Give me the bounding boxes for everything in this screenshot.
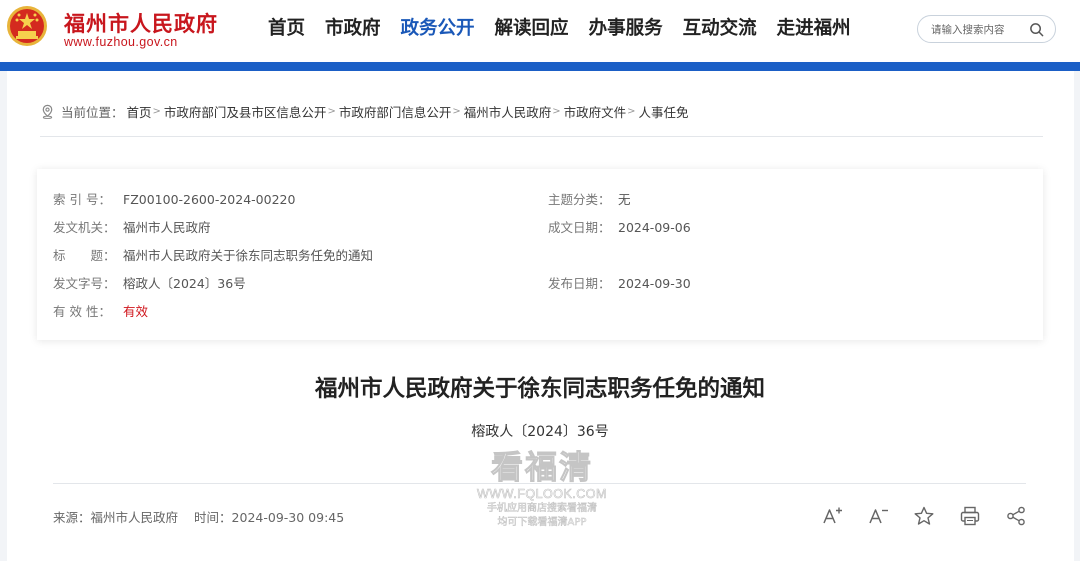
nav-item-interaction[interactable]: 互动交流: [683, 14, 757, 44]
breadcrumb-separator: >: [552, 105, 561, 117]
info-index: 索 引 号： FZ00100-2600-2024-00220: [53, 191, 295, 209]
document-number: 榕政人〔2024〕36号: [471, 424, 609, 440]
info-value: FZ00100-2600-2024-00220: [123, 192, 296, 207]
site-name[interactable]: 福州市人民政府: [64, 8, 218, 38]
breadcrumb-item-city-government[interactable]: 福州市人民政府: [464, 102, 552, 121]
nav-item-home[interactable]: 首页: [268, 14, 305, 44]
info-topic: 主题分类： 无: [548, 191, 631, 209]
info-label: 主题分类：: [548, 192, 611, 207]
breadcrumb-separator: >: [627, 105, 636, 117]
font-increase-icon[interactable]: [821, 505, 843, 527]
nav-item-government[interactable]: 市政府: [325, 14, 381, 44]
breadcrumb-separator: >: [152, 105, 161, 117]
main-nav: 首页 市政府 政务公开 解读回应 办事服务 互动交流 走进福州: [258, 14, 861, 44]
nav-item-interpretation[interactable]: 解读回应: [495, 14, 569, 44]
info-value: 无: [618, 192, 631, 207]
info-value: 福州市人民政府关于徐东同志职务任免的通知: [123, 248, 374, 263]
validity-badge: 有效: [123, 304, 149, 319]
info-label: 成文日期：: [548, 220, 611, 235]
info-issuer: 发文机关： 福州市人民政府: [53, 219, 211, 237]
document-title: 福州市人民政府关于徐东同志职务任免的通知: [314, 376, 765, 402]
breadcrumb: 当前位置： 首页 > 市政府部门及县市区信息公开 > 市政府部门信息公开 > 福…: [40, 101, 689, 121]
share-icon[interactable]: [1005, 505, 1027, 527]
info-label: 发布日期：: [548, 276, 611, 291]
info-label: 标 题：: [53, 248, 116, 263]
search-box: [917, 15, 1056, 43]
info-value: 2024-09-06: [618, 220, 691, 235]
breadcrumb-label: 当前位置：: [61, 104, 124, 120]
breadcrumb-separator: >: [327, 105, 336, 117]
info-title: 标 题： 福州市人民政府关于徐东同志职务任免的通知: [53, 247, 373, 265]
print-icon[interactable]: [959, 505, 981, 527]
info-value: 2024-09-30: [618, 276, 691, 291]
breadcrumb-item-home[interactable]: 首页: [127, 102, 152, 121]
info-label: 索 引 号：: [53, 192, 111, 207]
search-input[interactable]: [931, 21, 1031, 38]
breadcrumb-item-dept-county[interactable]: 市政府部门及县市区信息公开: [164, 102, 327, 121]
info-value: 榕政人〔2024〕36号: [123, 276, 246, 291]
meta-divider: [53, 483, 1026, 484]
breadcrumb-item-government-docs[interactable]: 市政府文件: [564, 102, 627, 121]
site-domain: www.fuzhou.gov.cn: [64, 35, 178, 49]
nav-item-about-fuzhou[interactable]: 走进福州: [777, 14, 851, 44]
info-validity: 有 效 性： 有效: [53, 303, 148, 321]
header-band: [0, 62, 1080, 71]
font-decrease-icon[interactable]: [867, 505, 889, 527]
article-tools: [0, 505, 1080, 527]
info-value: 福州市人民政府: [123, 220, 211, 235]
breadcrumb-divider: [40, 136, 1043, 137]
breadcrumb-separator: >: [452, 105, 461, 117]
info-label: 有 效 性：: [53, 304, 111, 319]
nav-item-services[interactable]: 办事服务: [589, 14, 663, 44]
national-emblem-icon[interactable]: [6, 5, 48, 47]
info-label: 发文机关：: [53, 220, 116, 235]
breadcrumb-item-dept-info[interactable]: 市政府部门信息公开: [339, 102, 452, 121]
location-icon: [42, 104, 53, 119]
search-icon[interactable]: [1029, 22, 1044, 37]
info-written-date: 成文日期： 2024-09-06: [548, 219, 691, 237]
site-header: 福州市人民政府 www.fuzhou.gov.cn 首页 市政府 政务公开 解读…: [0, 0, 1080, 62]
info-label: 发文字号：: [53, 276, 116, 291]
nav-item-public-affairs[interactable]: 政务公开: [401, 14, 475, 44]
star-icon[interactable]: [913, 505, 935, 527]
breadcrumb-item-appointments[interactable]: 人事任免: [639, 102, 689, 121]
info-publish-date: 发布日期： 2024-09-30: [548, 275, 691, 293]
info-doc-number: 发文字号： 榕政人〔2024〕36号: [53, 275, 246, 293]
